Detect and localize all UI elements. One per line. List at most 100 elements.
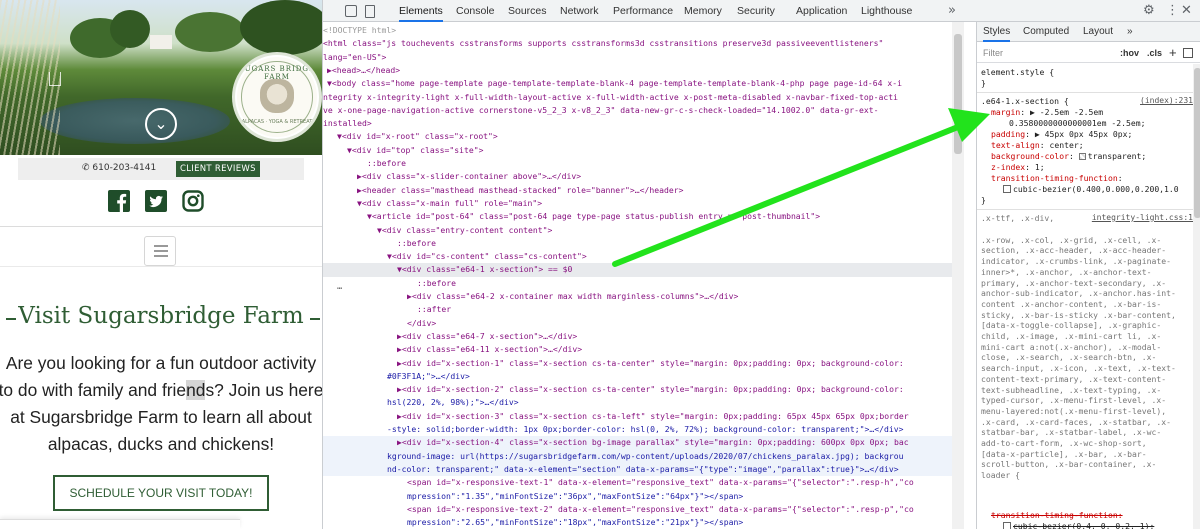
dom-node[interactable]: #0F3F1A;">…</div> (323, 370, 964, 383)
tab-memory[interactable]: Memory (684, 0, 722, 22)
easing-editor-icon[interactable] (1003, 522, 1011, 529)
css-property: 0.3580000000000001em -2.5em; (981, 118, 1195, 129)
dom-node[interactable]: ▼<div id="top" class="site"> (323, 144, 964, 157)
css-property[interactable]: transition-timing-function: (981, 173, 1195, 184)
dom-node[interactable]: ▼<div class="x-main full" role="main"> (323, 197, 964, 210)
dom-node[interactable]: ve x-one-page-navigation-active cornerst… (323, 104, 964, 117)
client-reviews-button[interactable]: CLIENT REVIEWS (176, 161, 260, 177)
schedule-visit-button[interactable]: SCHEDULE YOUR VISIT TODAY! (53, 475, 269, 511)
color-swatch[interactable] (1078, 153, 1086, 160)
twitter-icon[interactable] (145, 190, 167, 212)
node-text: mpression":"2.65","minFontSize":"18px","… (407, 517, 744, 528)
prop-name: text-align (991, 140, 1040, 150)
node-options-icon[interactable]: ⋯ (337, 284, 342, 294)
dom-node[interactable]: ::after (323, 303, 964, 316)
tab-application[interactable]: Application (796, 0, 847, 22)
dom-node[interactable]: ::before (323, 157, 964, 170)
dom-node[interactable]: </div> (323, 317, 964, 330)
dom-node[interactable]: <!DOCTYPE html> (323, 24, 964, 37)
dom-node[interactable]: ▶<div id="x-section-2" class="x-section … (323, 383, 964, 396)
close-icon[interactable]: ✕ (1181, 3, 1192, 19)
more-tabs-icon[interactable]: » (948, 3, 956, 19)
dom-node[interactable]: <span id="x-responsive-text-1" data-x-el… (323, 476, 964, 489)
dom-node[interactable]: ::before (323, 237, 964, 250)
dom-node[interactable]: ▼<body class="home page-template page-te… (323, 77, 964, 90)
dom-node[interactable]: ::before (323, 277, 964, 290)
tab-security[interactable]: Security (737, 0, 775, 22)
tab-elements[interactable]: Elements (399, 0, 443, 22)
dom-node[interactable]: ▼<div id="cs-content" class="cs-content"… (323, 250, 964, 263)
sidebar-toggle-icon[interactable] (1183, 48, 1193, 58)
node-text: ▼<div class="e64-1 x-section"> == $0 (397, 264, 573, 275)
hover-state-toggle[interactable]: :hov (1120, 48, 1139, 58)
dom-node[interactable]: ▶<header class="masthead masthead-stacke… (323, 184, 964, 197)
device-toolbar-icon[interactable] (365, 5, 375, 18)
easing-editor-icon[interactable] (1003, 185, 1011, 193)
css-property[interactable]: margin: ▶ -2.5em -2.5em (981, 107, 1195, 118)
facebook-icon[interactable] (108, 190, 130, 212)
dom-node[interactable]: ▶<head>…</head> (323, 64, 964, 77)
dom-node[interactable]: hsl(220, 2%, 98%);">…</div> (323, 396, 964, 409)
tab-layout[interactable]: Layout (1083, 22, 1113, 42)
overridden-property[interactable]: transition-timing-function: (981, 510, 1195, 521)
heading-dash-right (310, 318, 320, 320)
dom-node[interactable]: ▶<div id="x-section-3" class="x-section … (323, 410, 964, 423)
css-property[interactable]: background-color: transparent; (981, 151, 1195, 162)
dom-node[interactable]: installed> (323, 117, 964, 130)
dom-node[interactable]: <html class="js touchevents csstransform… (323, 37, 964, 50)
scrollbar-thumb[interactable] (1194, 68, 1200, 218)
dom-node[interactable]: ▶<div class="e64-11 x-section">…</div> (323, 343, 964, 356)
dom-node[interactable]: mpression":"2.65","minFontSize":"18px","… (323, 516, 964, 529)
styles-scrollbar[interactable] (1193, 64, 1200, 529)
filter-input[interactable]: Filter (983, 48, 1003, 58)
phone-number[interactable]: ✆ 610-203-4141 (82, 163, 156, 173)
dom-node[interactable]: ▶<div class="e64-2 x-container max width… (323, 290, 964, 303)
more-panes-icon[interactable]: » (1127, 22, 1133, 42)
source-link[interactable]: (index):231 (1140, 96, 1193, 105)
inspect-element-icon[interactable] (345, 5, 357, 17)
dom-node[interactable]: ntegrity x-integrity-light x-full-width-… (323, 91, 964, 104)
selector-line: .x-row, .x-col, .x-grid, .x-cell, .x- (981, 234, 1162, 245)
tab-network[interactable]: Network (560, 0, 599, 22)
scroll-down-icon[interactable]: ⌄ (145, 108, 177, 140)
dom-node[interactable]: -style: solid;border-width: 1px 0px;bord… (323, 423, 964, 436)
element-style-rule[interactable]: element.style { (981, 67, 1195, 78)
dom-node[interactable]: ▼<div class="entry-content content"> (323, 224, 964, 237)
devtools-toolbar: Elements Console Sources Network Perform… (323, 0, 1200, 22)
dom-node[interactable]: ▶<div class="x-slider-container above">…… (323, 170, 964, 183)
css-property[interactable]: z-index: 1; (981, 162, 1195, 173)
dom-node[interactable]: ▶<div id="x-section-1" class="x-section … (323, 357, 964, 370)
prop-value: cubic-bezier(0.400,0.000,0.200,1.0 (1013, 184, 1179, 194)
dom-node[interactable]: ▼<article id="post-64" class="post-64 pa… (323, 210, 964, 223)
hovered-dom-node[interactable]: kground-image: url(https://sugarsbridgef… (323, 449, 964, 463)
tab-performance[interactable]: Performance (613, 0, 673, 22)
menu-toggle-button[interactable] (144, 236, 176, 266)
css-property[interactable]: text-align: center; (981, 140, 1195, 151)
add-rule-icon[interactable]: + (1169, 45, 1177, 60)
node-text: ▼<div id="x-root" class="x-root"> (337, 131, 498, 142)
dom-node[interactable]: <span id="x-responsive-text-2" data-x-el… (323, 503, 964, 516)
node-text: ▼<div class="x-main full" role="main"> (357, 197, 543, 208)
rule-close-brace: } (981, 195, 986, 205)
tab-styles[interactable]: Styles (983, 22, 1011, 42)
selected-dom-node[interactable]: ▼<div class="e64-1 x-section"> == $0 (323, 263, 964, 277)
class-toggle[interactable]: .cls (1147, 48, 1162, 58)
hovered-dom-node[interactable]: nd-color: transparent;" data-x-element="… (323, 462, 964, 477)
dom-node[interactable]: lang="en-US"> (323, 51, 964, 64)
dom-node[interactable]: ▼<div id="x-root" class="x-root"> (323, 130, 964, 143)
elements-scrollbar[interactable] (952, 22, 964, 529)
more-options-icon[interactable]: ⋮ (1166, 3, 1179, 19)
dom-node[interactable]: mpression":"1.35","minFontSize":"36px","… (323, 490, 964, 503)
divider (977, 92, 1200, 93)
dom-node[interactable]: ▶<div class="e64-7 x-section">…</div> (323, 330, 964, 343)
tab-computed[interactable]: Computed (1023, 22, 1069, 42)
farm-logo[interactable]: SUGARS BRIDGE FARM ALPACAS · YOGA & RETR… (232, 52, 322, 142)
tab-console[interactable]: Console (456, 0, 495, 22)
tab-lighthouse[interactable]: Lighthouse (861, 0, 912, 22)
instagram-icon[interactable] (182, 190, 204, 212)
scrollbar-thumb[interactable] (954, 34, 962, 154)
css-property[interactable]: padding: ▶ 45px 0px 45px 0px; (981, 129, 1195, 140)
settings-icon[interactable]: ⚙ (1143, 3, 1155, 19)
tab-sources[interactable]: Sources (508, 0, 547, 22)
hovered-dom-node[interactable]: ▶<div id="x-section-4" class="x-section … (323, 436, 964, 450)
